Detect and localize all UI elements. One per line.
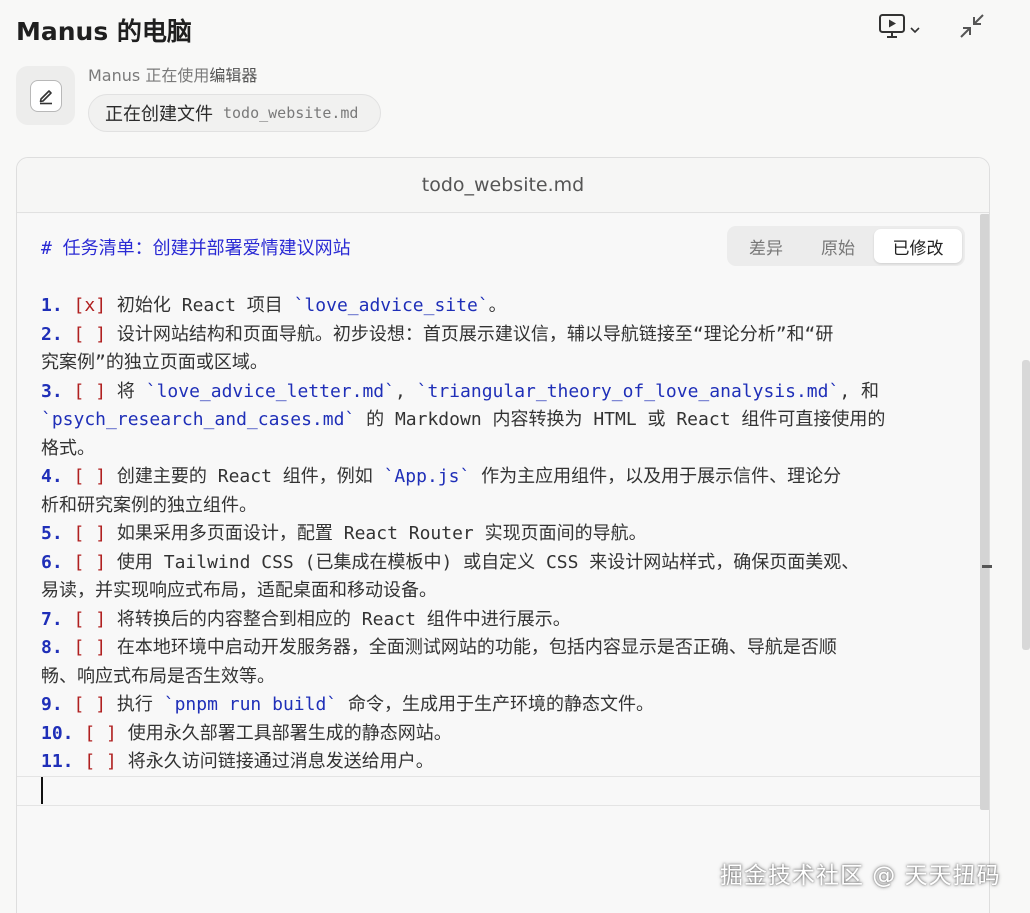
window-controls [878, 12, 986, 44]
list-item-number: 11. [41, 751, 74, 772]
tab-modified[interactable]: 已修改 [874, 229, 962, 263]
list-item-text: 究案例”的独立页面或区域。 [41, 352, 268, 373]
watermark: 掘金技术社区 @ 天天扭码 [720, 863, 1001, 889]
editor-scrollbar[interactable] [980, 214, 989, 810]
list-item-text: 如果采用多页面设计，配置 React Router 实现页面间的导航。 [116, 523, 647, 544]
file-action-filename: todo_website.md [223, 104, 359, 122]
list-item-text: 将 `love_advice_letter.md`, `triangular_t… [116, 380, 879, 402]
tab-diff[interactable]: 差异 [730, 229, 802, 263]
editor-panel: todo_website.md 差异 原始 已修改 # 任务清单：创建并部署爱情… [16, 157, 990, 913]
task-list: 1. [x] 初始化 React 项目 `love_advice_site`。 2… [41, 292, 885, 777]
task-checkbox: [ ] [73, 466, 107, 487]
list-item-number: 9. [41, 694, 63, 715]
status-prefix: Manus 正在使用 [88, 66, 210, 85]
list-item-text: `psych_research_and_cases.md` 的 Markdown… [41, 409, 886, 430]
list-item-text: 执行 `pnpm run build` 命令，生成用于生产环境的静态文件。 [116, 694, 654, 715]
task-checkbox: [ ] [73, 608, 107, 630]
page-title: Manus 的电脑 [16, 17, 192, 46]
pencil-edit-icon [29, 79, 62, 112]
list-item-number: 8. [41, 637, 63, 658]
scroll-marker [982, 565, 992, 568]
list-item-text: 使用永久部署工具部署生成的静态网站。 [127, 722, 452, 744]
list-item-text: 格式。 [41, 437, 95, 459]
list-item-continuation: 格式。 [41, 435, 885, 464]
list-item-text: 使用 Tailwind CSS (已集成在模板中) 或自定义 CSS 来设计网站… [116, 551, 860, 573]
list-item: 1. [x] 初始化 React 项目 `love_advice_site`。 [41, 292, 885, 321]
list-item-text: 创建主要的 React 组件，例如 `App.js` 作为主应用组件，以及用于展… [116, 466, 842, 487]
chevron-down-icon [910, 19, 920, 38]
collapse-arrows-icon [958, 14, 986, 44]
editor-file-title: todo_website.md [421, 174, 585, 196]
task-checkbox: [ ] [73, 694, 107, 715]
task-checkbox: [ ] [73, 523, 107, 544]
list-item-text: 将永久访问链接通过消息发送给用户。 [127, 751, 434, 772]
list-item-continuation: 畅、响应式布局是否生效等。 [41, 663, 885, 692]
editor-tool-icon-box [16, 66, 75, 125]
task-checkbox: [ ] [73, 637, 107, 658]
screen-view-dropdown[interactable] [878, 13, 920, 43]
list-item-number: 5. [41, 523, 63, 544]
list-item-number: 1. [41, 295, 63, 316]
text-caret [41, 777, 43, 804]
list-item-number: 4. [41, 466, 63, 487]
list-item-continuation: 究案例”的独立页面或区域。 [41, 349, 885, 378]
list-item: 4. [ ] 创建主要的 React 组件，例如 `App.js` 作为主应用组… [41, 463, 885, 492]
list-item-text: 畅、响应式布局是否生效等。 [41, 665, 275, 687]
document-heading: # 任务清单：创建并部署爱情建议网站 [41, 238, 351, 259]
list-item-continuation: 易读，并实现响应式布局，适配桌面和移动设备。 [41, 577, 885, 606]
list-item: 2. [ ] 设计网站结构和页面导航。初步设想：首页展示建议信，辅以导航链接至“… [41, 321, 885, 350]
list-item: 11. [ ] 将永久访问链接通过消息发送给用户。 [41, 748, 885, 777]
list-item: 8. [ ] 在本地环境中启动开发服务器，全面测试网站的功能，包括内容显示是否正… [41, 634, 885, 663]
tool-status: Manus 正在使用编辑器 [88, 62, 257, 86]
active-line-highlight [17, 776, 980, 806]
collapse-button[interactable] [958, 12, 986, 44]
monitor-play-icon [878, 13, 906, 43]
list-item: 9. [ ] 执行 `pnpm run build` 命令，生成用于生产环境的静… [41, 691, 885, 720]
list-item-number: 7. [41, 608, 63, 630]
list-item-continuation: 析和研究案例的独立组件。 [41, 492, 885, 521]
list-item: 3. [ ] 将 `love_advice_letter.md`, `trian… [41, 378, 885, 407]
tab-original[interactable]: 原始 [802, 229, 874, 263]
editor-panel-header: todo_website.md [17, 158, 989, 213]
list-item-number: 3. [41, 380, 63, 402]
list-item-text: 初始化 React 项目 `love_advice_site`。 [116, 295, 507, 316]
list-item-text: 易读，并实现响应式布局，适配桌面和移动设备。 [41, 580, 437, 601]
list-item: 6. [ ] 使用 Tailwind CSS (已集成在模板中) 或自定义 CS… [41, 549, 885, 578]
list-item-continuation: `psych_research_and_cases.md` 的 Markdown… [41, 406, 885, 435]
list-item-number: 2. [41, 323, 63, 345]
list-item: 10. [ ] 使用永久部署工具部署生成的静态网站。 [41, 720, 885, 749]
task-checkbox: [x] [73, 295, 107, 316]
list-item-number: 10. [41, 722, 74, 744]
list-item-text: 设计网站结构和页面导航。初步设想：首页展示建议信，辅以导航链接至“理论分析”和“… [116, 323, 834, 345]
status-tool: 编辑器 [209, 66, 258, 85]
task-checkbox: [ ] [73, 380, 107, 402]
list-item: 5. [ ] 如果采用多页面设计，配置 React Router 实现页面间的导… [41, 520, 885, 549]
page-scrollbar[interactable] [1022, 360, 1030, 650]
task-checkbox: [ ] [84, 722, 117, 744]
editor-body[interactable]: 差异 原始 已修改 # 任务清单：创建并部署爱情建议网站 1. [x] 初始化 … [17, 214, 989, 913]
task-checkbox: [ ] [73, 323, 107, 345]
list-item-number: 6. [41, 551, 63, 573]
list-item-text: 析和研究案例的独立组件。 [41, 494, 257, 516]
list-item: 7. [ ] 将转换后的内容整合到相应的 React 组件中进行展示。 [41, 606, 885, 635]
task-checkbox: [ ] [73, 551, 107, 573]
file-action-label: 正在创建文件 [105, 104, 213, 125]
view-mode-tabs: 差异 原始 已修改 [727, 226, 965, 266]
task-checkbox: [ ] [84, 751, 117, 772]
list-item-text: 在本地环境中启动开发服务器，全面测试网站的功能，包括内容显示是否正确、导航是否顺 [116, 637, 837, 658]
list-item-text: 将转换后的内容整合到相应的 React 组件中进行展示。 [116, 608, 571, 630]
file-action-chip[interactable]: 正在创建文件 todo_website.md [88, 94, 382, 132]
